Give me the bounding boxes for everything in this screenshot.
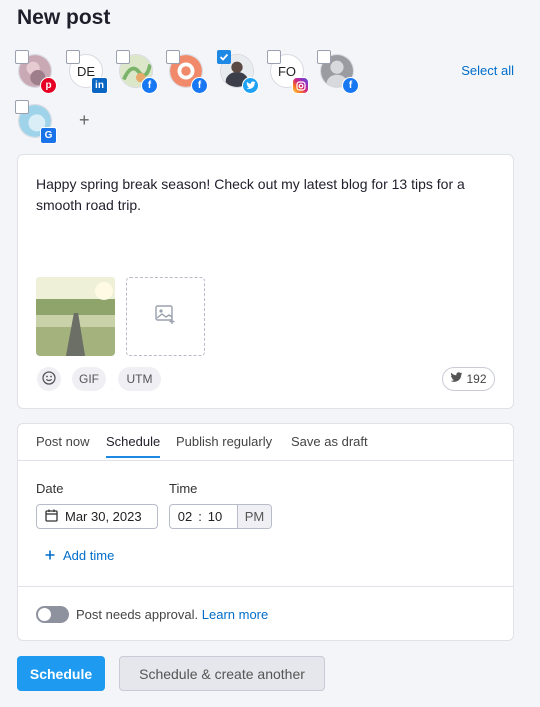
approval-text: Post needs approval. Learn more [76, 607, 268, 622]
profile-google-business[interactable]: G [15, 100, 57, 144]
post-text-input[interactable]: Happy spring break season! Check out my … [36, 174, 506, 216]
tab-save-as-draft[interactable]: Save as draft [291, 434, 368, 456]
select-all-link[interactable]: Select all [461, 63, 514, 78]
schedule-tabs: Post now Schedule Publish regularly Save… [18, 424, 513, 461]
learn-more-link[interactable]: Learn more [202, 607, 268, 622]
time-picker[interactable]: 02 : 10 PM [169, 504, 272, 529]
profile-checkbox[interactable] [317, 50, 331, 64]
facebook-icon: f [342, 77, 359, 94]
tab-schedule[interactable]: Schedule [106, 434, 161, 458]
profile-twitter[interactable] [217, 50, 259, 94]
profile-facebook[interactable]: f [166, 50, 208, 94]
approval-label: Post needs approval. [76, 607, 199, 622]
profile-pinterest[interactable]: p [15, 50, 57, 94]
twitter-icon [450, 372, 463, 386]
add-media-button[interactable] [126, 277, 205, 356]
plus-icon [45, 548, 55, 563]
profile-checkbox[interactable] [15, 100, 29, 114]
add-profile-button[interactable]: + [79, 110, 90, 131]
profile-facebook[interactable]: f [317, 50, 359, 94]
tab-post-now[interactable]: Post now [36, 434, 89, 456]
profile-instagram[interactable]: FO [267, 50, 309, 94]
profile-checkbox[interactable] [116, 50, 130, 64]
schedule-and-create-another-button[interactable]: Schedule & create another [119, 656, 325, 691]
time-separator: : [198, 509, 202, 524]
gif-button[interactable]: GIF [72, 367, 106, 391]
facebook-icon: f [191, 77, 208, 94]
pinterest-icon: p [40, 77, 57, 94]
schedule-button[interactable]: Schedule [17, 656, 105, 691]
instagram-icon [292, 77, 309, 94]
add-time-button[interactable]: Add time [45, 548, 114, 563]
profile-checkbox[interactable] [166, 50, 180, 64]
add-time-label: Add time [63, 548, 115, 563]
tab-publish-regularly[interactable]: Publish regularly [176, 434, 272, 456]
profile-checkbox-checked[interactable] [217, 50, 231, 64]
profile-checkbox[interactable] [15, 50, 29, 64]
profile-linkedin[interactable]: DE in [66, 50, 108, 94]
twitter-icon [242, 77, 259, 94]
divider [18, 586, 513, 587]
hour-field[interactable]: 02 [174, 509, 196, 524]
schedule-panel: Post now Schedule Publish regularly Save… [17, 423, 514, 641]
date-value: Mar 30, 2023 [65, 509, 142, 524]
character-counter: 192 [442, 367, 495, 391]
date-picker[interactable]: Mar 30, 2023 [36, 504, 158, 529]
date-label: Date [36, 481, 64, 496]
profile-checkbox[interactable] [66, 50, 80, 64]
post-composer: Happy spring break season! Check out my … [17, 154, 514, 409]
char-count: 192 [466, 372, 487, 386]
facebook-icon: f [141, 77, 158, 94]
calendar-icon [45, 509, 58, 525]
add-image-icon [154, 304, 177, 329]
ampm-toggle[interactable]: PM [237, 505, 271, 528]
smile-icon [42, 370, 56, 388]
profile-checkbox[interactable] [267, 50, 281, 64]
emoji-button[interactable] [37, 367, 61, 391]
profile-facebook[interactable]: f [116, 50, 158, 94]
utm-button[interactable]: UTM [118, 367, 161, 391]
attached-image[interactable] [36, 277, 115, 356]
linkedin-icon: in [91, 77, 108, 94]
approval-toggle[interactable] [36, 606, 69, 623]
page-title: New post [17, 6, 111, 29]
time-label: Time [169, 481, 198, 496]
minute-field[interactable]: 10 [204, 509, 226, 524]
google-business-icon: G [40, 127, 57, 144]
